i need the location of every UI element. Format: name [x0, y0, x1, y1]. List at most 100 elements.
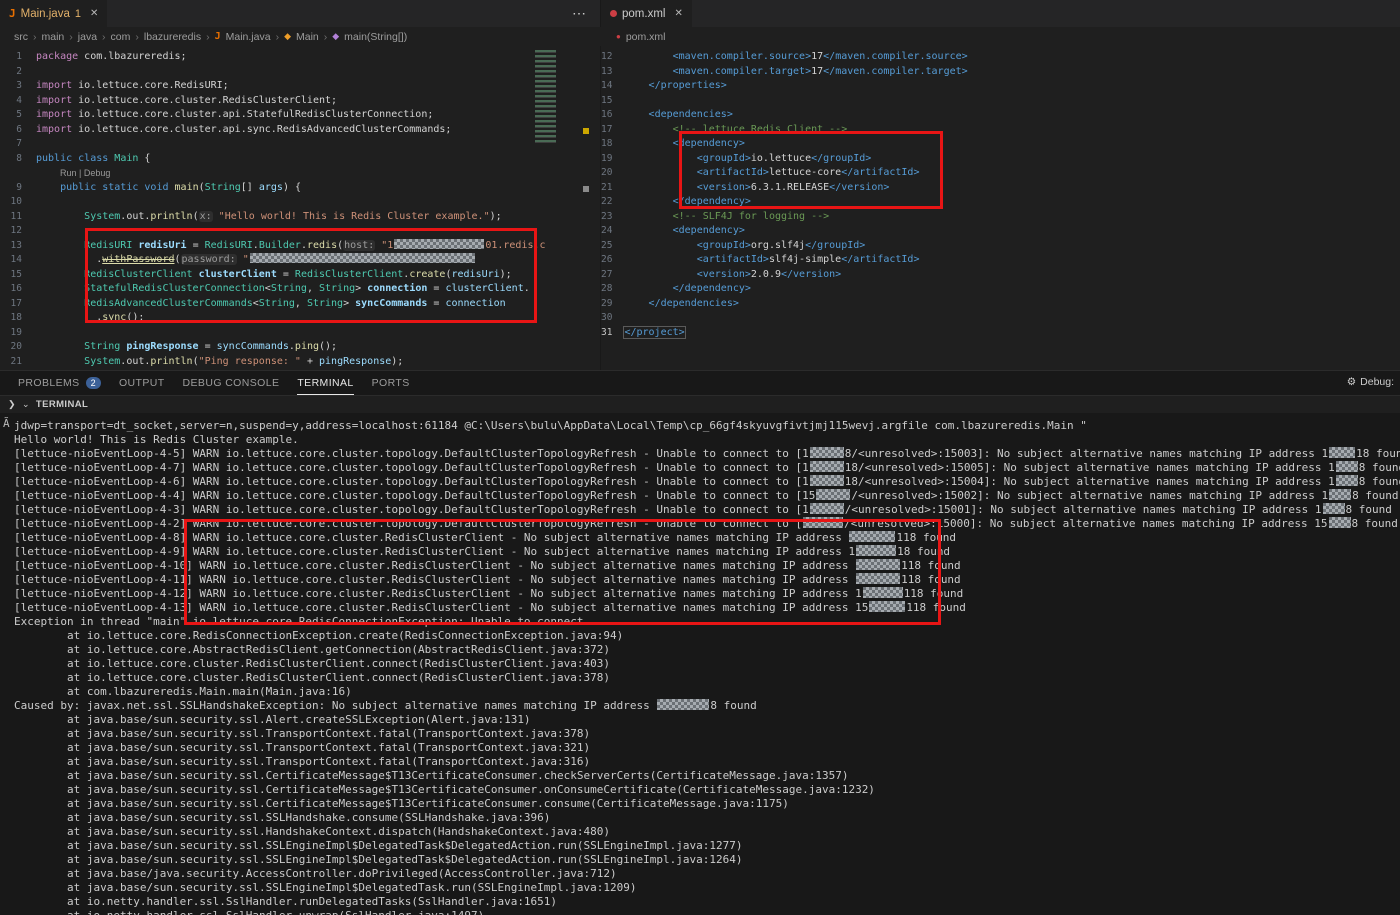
- redacted-text: [1323, 503, 1345, 514]
- code-line: 31</project>: [601, 326, 1400, 341]
- code-text: [36, 195, 600, 210]
- code-text: String pingResponse = syncCommands.ping(…: [36, 340, 600, 355]
- code-line: 8public class Main {: [0, 152, 600, 167]
- code-line: 3import io.lettuce.core.RedisURI;: [0, 79, 600, 94]
- token: =: [199, 341, 217, 352]
- token: [624, 225, 672, 236]
- code-text: [624, 311, 1400, 326]
- redacted-text: [856, 559, 900, 570]
- code-text: RedisURI redisUri = RedisURI.Builder.red…: [36, 239, 600, 254]
- token: <groupId>: [697, 153, 751, 164]
- breadcrumb-item[interactable]: src: [14, 31, 28, 43]
- code-text: <groupId>org.slf4j</groupId>: [624, 239, 1400, 254]
- panel-tab-problems[interactable]: PROBLEMS2: [18, 371, 101, 395]
- terminal-line: at java.base/sun.security.ssl.TransportC…: [14, 741, 1400, 755]
- chevron-right-icon[interactable]: ❯: [8, 399, 16, 410]
- panel-tab-output[interactable]: OUTPUT: [119, 371, 165, 395]
- redacted-text: [1336, 461, 1358, 472]
- breadcrumb-separator: ›: [135, 31, 139, 43]
- breadcrumb-item[interactable]: Main.java: [226, 31, 271, 43]
- terminal-line: at io.lettuce.core.cluster.RedisClusterC…: [14, 671, 1400, 685]
- code-text: <maven.compiler.source>17</maven.compile…: [624, 50, 1400, 65]
- token: RedisURI: [205, 240, 253, 251]
- editor-main-java[interactable]: 1package com.lbazureredis;23import io.le…: [0, 46, 600, 370]
- code-text: <!-- SLF4J for logging -->: [624, 210, 1400, 225]
- more-actions-icon[interactable]: ⋯: [558, 5, 600, 22]
- breadcrumb-item[interactable]: com: [111, 31, 131, 43]
- code-line: 19 <groupId>io.lettuce</groupId>: [601, 152, 1400, 167]
- breadcrumb-item[interactable]: lbazureredis: [144, 31, 201, 43]
- panel-tab-terminal[interactable]: TERMINAL: [297, 371, 353, 395]
- code-line: 22 </dependency>: [601, 195, 1400, 210]
- breadcrumb-item[interactable]: pom.xml: [626, 31, 666, 43]
- token: "Hello world! This is Redis Cluster exam…: [219, 211, 490, 222]
- token: <dependency>: [673, 225, 745, 236]
- close-icon[interactable]: ✕: [674, 8, 682, 19]
- overview-ruler-marker: [583, 186, 589, 192]
- breadcrumb-item[interactable]: Main: [296, 31, 319, 43]
- breadcrumb-item[interactable]: main(String[]): [344, 31, 407, 43]
- tab-label: pom.xml: [622, 8, 665, 20]
- breadcrumb-item[interactable]: main: [42, 31, 65, 43]
- code-line: 21 <version>6.3.1.RELEASE</version>: [601, 181, 1400, 196]
- line-number: 17: [601, 123, 624, 138]
- minimap[interactable]: [533, 46, 558, 370]
- code-line: 28 </dependency>: [601, 282, 1400, 297]
- code-text: System.out.println("Ping response: " + p…: [36, 355, 600, 370]
- token: class: [78, 153, 108, 164]
- code-line: 11 System.out.println(x: "Hello world! T…: [0, 210, 600, 225]
- code-line: 4import io.lettuce.core.cluster.RedisClu…: [0, 94, 600, 109]
- token: 2.0.9: [751, 269, 781, 280]
- line-number: 24: [601, 224, 624, 239]
- terminal-section-header[interactable]: ❯ ⌄ TERMINAL: [0, 395, 1400, 413]
- token: <groupId>: [697, 240, 751, 251]
- redacted-text: [856, 545, 896, 556]
- breadcrumb-separator: ›: [102, 31, 106, 43]
- code-text: </properties>: [624, 79, 1400, 94]
- token: io.lettuce: [751, 153, 811, 164]
- token: 17: [811, 51, 823, 62]
- token: "Ping response: ": [199, 356, 301, 367]
- code-text: <groupId>io.lettuce</groupId>: [624, 152, 1400, 167]
- token: =: [187, 240, 205, 251]
- token: RedisURI: [84, 240, 132, 251]
- token: ) {: [283, 182, 301, 193]
- line-number: 18: [601, 137, 624, 152]
- close-icon[interactable]: ✕: [90, 8, 98, 19]
- terminal-line: [lettuce-nioEventLoop-4-5] WARN io.lettu…: [14, 447, 1400, 461]
- terminal-output[interactable]: jdwp=transport=dt_socket,server=n,suspen…: [0, 413, 1400, 915]
- token: create: [409, 269, 445, 280]
- token: String: [259, 298, 295, 309]
- token: connection: [367, 283, 427, 294]
- codelens-line[interactable]: Run | Debug: [0, 166, 600, 181]
- token: String: [307, 298, 343, 309]
- panel-tab-ports[interactable]: PORTS: [372, 371, 410, 395]
- terminal-line: at java.base/sun.security.ssl.SSLEngineI…: [14, 853, 1400, 867]
- token: </properties>: [649, 80, 727, 91]
- token: );: [490, 211, 502, 222]
- breadcrumb-item[interactable]: java: [78, 31, 97, 43]
- token: </artifactId>: [841, 254, 919, 265]
- tab-main-java[interactable]: J Main.java 1 ✕: [0, 0, 108, 27]
- chevron-down-icon[interactable]: ⌄: [22, 399, 30, 410]
- redacted-text: [657, 699, 709, 710]
- token: password:: [181, 254, 237, 265]
- debug-settings[interactable]: ⚙ Debug:: [1347, 376, 1394, 388]
- code-text: public class Main {: [36, 152, 600, 167]
- editor-pom-xml[interactable]: 12 <maven.compiler.source>17</maven.comp…: [600, 46, 1400, 370]
- breadcrumb-main-java: src›main›java›com›lbazureredis›JMain.jav…: [0, 31, 600, 43]
- token: clusterClient: [199, 269, 277, 280]
- panel-tab-debug-console[interactable]: DEBUG CONSOLE: [183, 371, 280, 395]
- terminal-line: [lettuce-nioEventLoop-4-7] WARN io.lettu…: [14, 461, 1400, 475]
- line-number: 21: [0, 355, 36, 370]
- token: ,: [307, 283, 319, 294]
- terminal-line: [lettuce-nioEventLoop-4-13] WARN io.lett…: [14, 601, 1400, 615]
- code-text: <version>2.0.9</version>: [624, 268, 1400, 283]
- line-number: 22: [601, 195, 624, 210]
- tab-pom-xml[interactable]: pom.xml ✕: [601, 0, 693, 27]
- code-text: .withPassword(password: ": [36, 253, 600, 268]
- code-text: <dependency>: [624, 224, 1400, 239]
- terminal-line: at io.lettuce.core.RedisConnectionExcept…: [14, 629, 1400, 643]
- token: [36, 341, 84, 352]
- line-number: 1: [0, 50, 36, 65]
